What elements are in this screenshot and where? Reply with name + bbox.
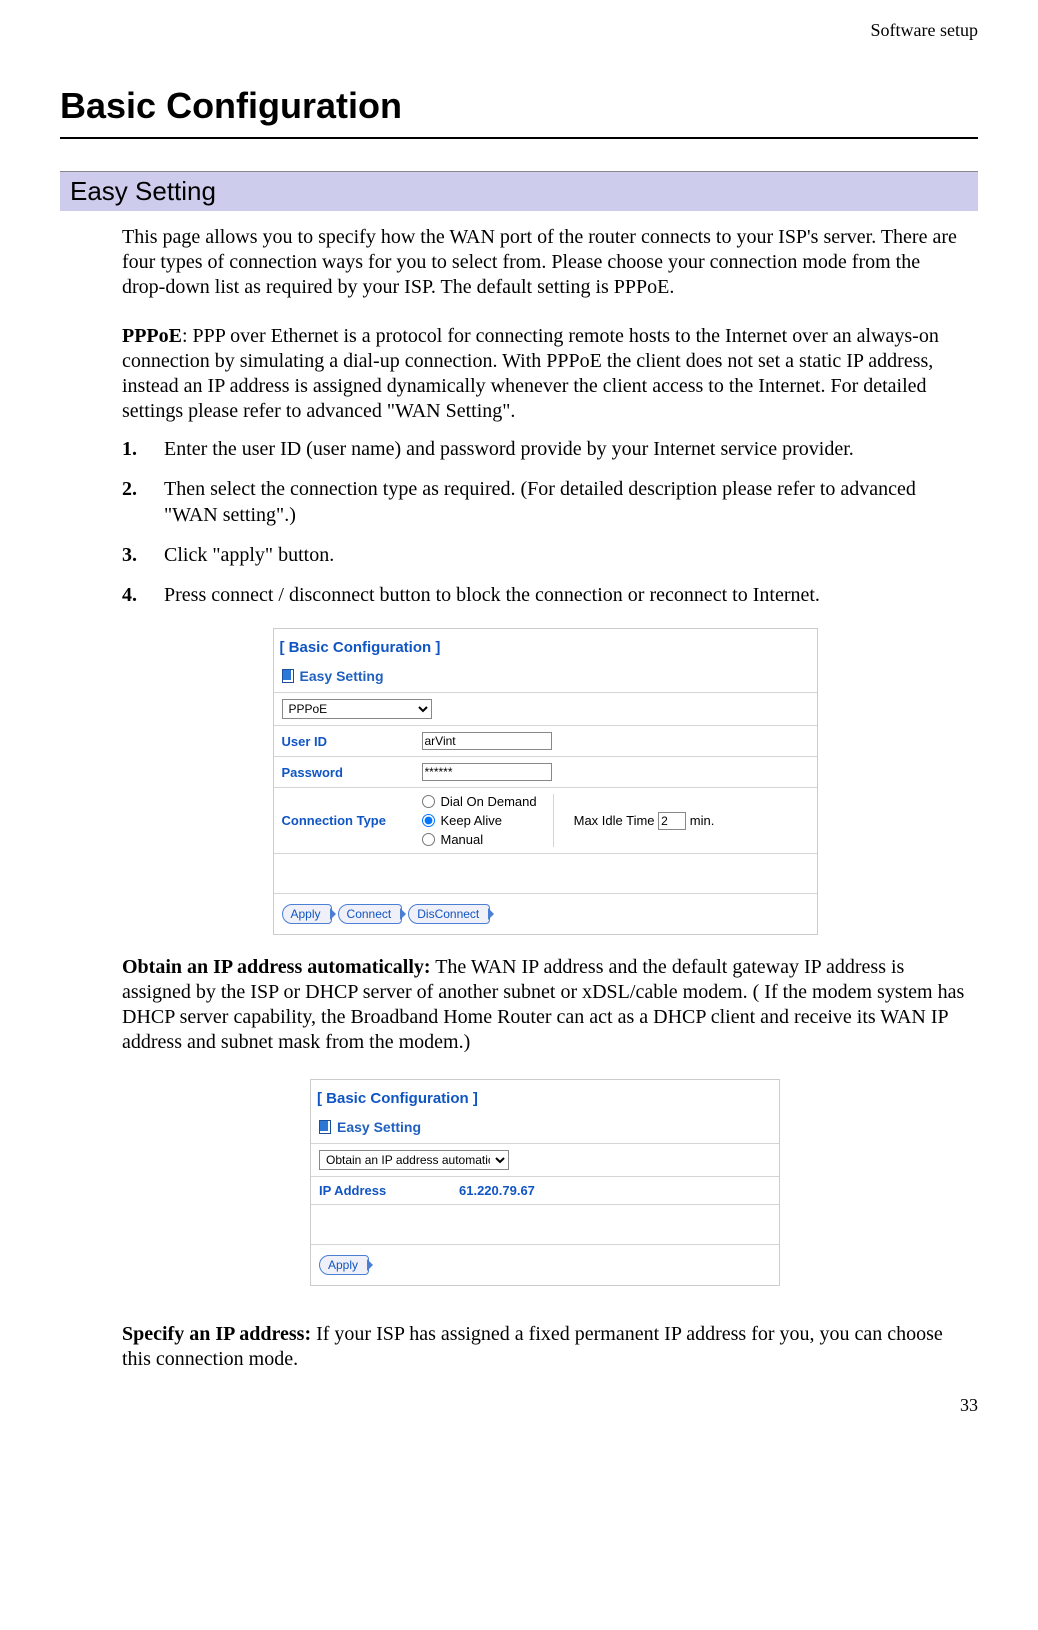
step-item: 4. Press connect / disconnect button to b… (122, 582, 968, 608)
step-item: 3. Click "apply" button. (122, 542, 968, 568)
step-number: 4. (122, 582, 142, 608)
step-item: 1. Enter the user ID (user name) and pass… (122, 436, 968, 462)
max-idle-input[interactable] (658, 812, 686, 830)
shot2-subheader-row: Easy Setting (311, 1117, 779, 1143)
step-number: 1. (122, 436, 142, 462)
shot1-subheader: Easy Setting (300, 668, 384, 684)
specify-label: Specify an IP address: (122, 1323, 311, 1345)
apply-button[interactable]: Apply (282, 904, 332, 924)
radio-dial-on-demand[interactable] (422, 795, 435, 808)
step-text: Then select the connection type as requi… (164, 476, 968, 528)
document-icon (319, 1120, 331, 1134)
radio-manual[interactable] (422, 833, 435, 846)
idle-label-post: min. (686, 813, 714, 828)
radio-keep-label: Keep Alive (441, 813, 502, 828)
user-id-input[interactable] (422, 732, 552, 750)
step-number: 2. (122, 476, 142, 528)
ip-address-label: IP Address (311, 1177, 451, 1205)
idle-label-pre: Max Idle Time (574, 813, 659, 828)
radio-keep-alive[interactable] (422, 814, 435, 827)
shot1-subheader-row: Easy Setting (274, 666, 817, 692)
specify-paragraph: Specify an IP address: If your ISP has a… (122, 1322, 968, 1372)
pppoe-paragraph: PPPoE: PPP over Ethernet is a protocol f… (122, 324, 968, 424)
page-title: Basic Configuration (60, 85, 978, 127)
step-number: 3. (122, 542, 142, 568)
shot2-subheader: Easy Setting (337, 1119, 421, 1135)
connection-mode-select[interactable]: PPPoE (282, 699, 432, 719)
password-label: Password (274, 757, 414, 788)
step-text: Press connect / disconnect button to blo… (164, 582, 820, 608)
obtain-label: Obtain an IP address automatically: (122, 956, 431, 978)
screenshot-basic-config-pppoe: [ Basic Configuration ] Easy Setting PPP… (273, 628, 818, 935)
title-rule (60, 137, 978, 139)
connection-type-radio-group: Dial On Demand Keep Alive Manual (422, 794, 554, 847)
step-text: Enter the user ID (user name) and passwo… (164, 436, 854, 462)
connection-mode-select-2[interactable]: Obtain an IP address automatically (319, 1150, 509, 1170)
connection-type-label: Connection Type (274, 788, 414, 854)
intro-paragraph: This page allows you to specify how the … (122, 225, 968, 300)
step-item: 2. Then select the connection type as req… (122, 476, 968, 528)
page-number: 33 (960, 1395, 978, 1416)
shot2-header: [ Basic Configuration ] (311, 1080, 779, 1117)
steps-list: 1. Enter the user ID (user name) and pass… (122, 436, 968, 608)
section-heading: Easy Setting (60, 171, 978, 211)
pppoe-label: PPPoE (122, 325, 182, 347)
radio-manual-label: Manual (441, 832, 484, 847)
obtain-paragraph: Obtain an IP address automatically: The … (122, 955, 968, 1055)
step-text: Click "apply" button. (164, 542, 334, 568)
apply-button-2[interactable]: Apply (319, 1255, 369, 1275)
document-icon (282, 669, 294, 683)
screenshot-basic-config-dhcp: [ Basic Configuration ] Easy Setting Obt… (310, 1079, 780, 1286)
ip-address-value: 61.220.79.67 (451, 1177, 779, 1205)
user-id-label: User ID (274, 726, 414, 757)
radio-dial-label: Dial On Demand (441, 794, 537, 809)
shot1-header: [ Basic Configuration ] (274, 629, 817, 666)
max-idle-block: Max Idle Time min. (574, 812, 715, 830)
password-input[interactable] (422, 763, 552, 781)
running-head: Software setup (871, 20, 978, 41)
connect-button[interactable]: Connect (338, 904, 403, 924)
pppoe-desc: : PPP over Ethernet is a protocol for co… (122, 325, 939, 422)
disconnect-button[interactable]: DisConnect (408, 904, 490, 924)
